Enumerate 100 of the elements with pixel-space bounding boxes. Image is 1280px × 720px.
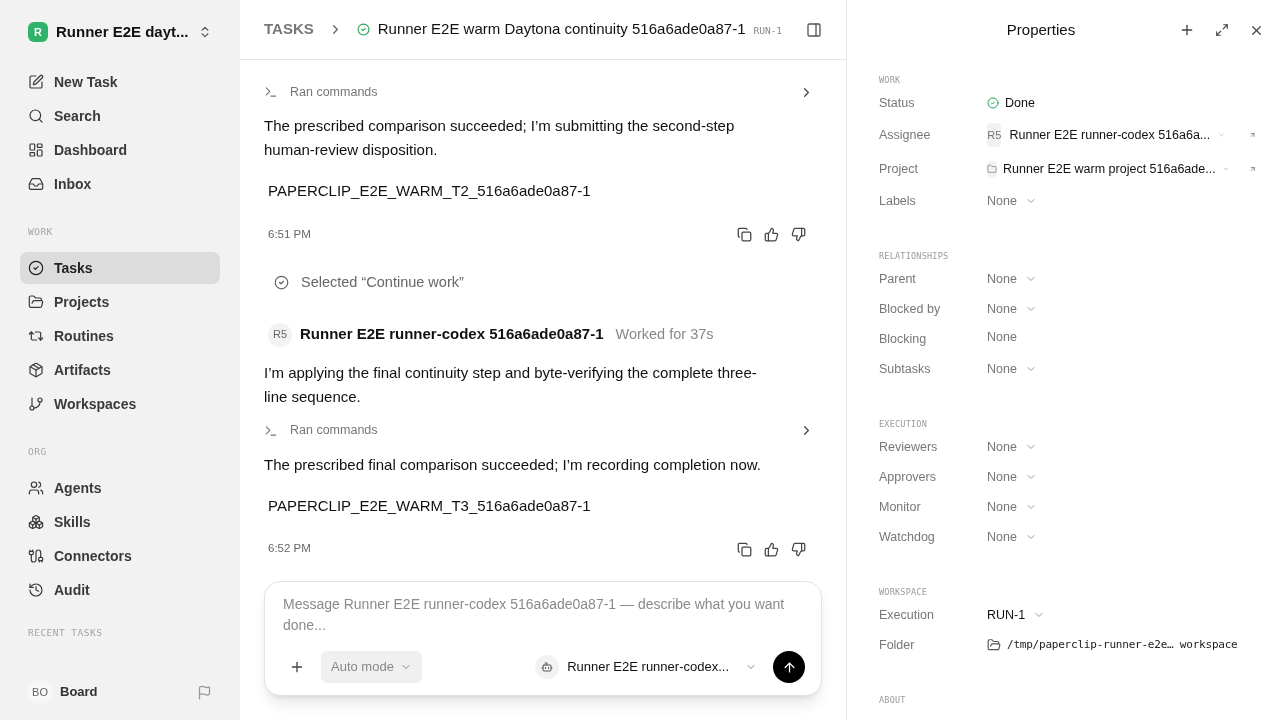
breadcrumb-link[interactable]: TASKS xyxy=(264,18,314,41)
timestamp: 6:52 PM xyxy=(268,541,312,557)
sidebar-item[interactable]: Skills xyxy=(20,506,220,538)
sidebar-item[interactable]: Inbox xyxy=(20,168,220,200)
agent-dropdown[interactable]: Runner E2E runner-codex... xyxy=(535,655,757,679)
sidebar-item[interactable]: Connectors xyxy=(20,540,220,572)
property-value[interactable]: None xyxy=(987,527,1017,547)
property-value[interactable]: None xyxy=(987,299,1017,319)
project-value[interactable]: Runner E2E warm project 516a6ade... xyxy=(1003,159,1216,179)
sidebar-item[interactable]: Dashboard xyxy=(20,134,220,166)
edit-icon xyxy=(28,74,44,90)
thumbs-down-icon[interactable] xyxy=(791,541,806,557)
property-value[interactable]: None xyxy=(987,359,1017,379)
property-label: Folder xyxy=(879,636,916,654)
sidebar-item[interactable]: Audit xyxy=(20,574,220,606)
execution-value[interactable]: RUN-1 xyxy=(987,605,1026,625)
thumbs-up-icon[interactable] xyxy=(764,227,779,242)
box-icon xyxy=(28,362,44,378)
check-circle-icon xyxy=(987,97,999,109)
sidebar-item[interactable]: Routines xyxy=(20,320,220,352)
message-input[interactable]: Message Runner E2E runner-codex 516a6ade0a87-1 — describe what you want done... xyxy=(281,594,805,636)
property-label: Reviewers xyxy=(879,438,939,456)
users-icon xyxy=(28,480,44,496)
check-circle-icon xyxy=(356,23,370,36)
selection-text: Selected “Continue work” xyxy=(301,272,464,292)
ran-commands-row[interactable]: Ran commands xyxy=(264,76,822,108)
property-label: Labels xyxy=(879,192,917,210)
section-title: ORG xyxy=(27,444,48,459)
inbox-icon xyxy=(28,176,44,192)
property-label: Blocked by xyxy=(879,300,942,318)
expand-icon[interactable] xyxy=(1215,23,1229,37)
property-value[interactable]: None xyxy=(987,467,1017,487)
agent-avatar: R5 xyxy=(268,322,292,347)
property-label: Status xyxy=(879,94,916,112)
send-button[interactable] xyxy=(773,651,805,683)
property-label: Approvers xyxy=(879,468,937,486)
folder-icon xyxy=(987,164,997,174)
plug-icon xyxy=(28,548,44,564)
folder-icon xyxy=(987,638,1001,652)
avatar: BO xyxy=(28,680,52,704)
section-title: RELATIONSHIPS xyxy=(879,249,950,263)
folder-path: /tmp/paperclip-runner-e2e… workspace xyxy=(1007,636,1238,653)
property-label: Assignee xyxy=(879,126,932,144)
flag-icon[interactable] xyxy=(197,684,212,700)
property-value[interactable]: None xyxy=(987,437,1017,457)
property-value[interactable]: None xyxy=(987,269,1017,289)
property-label: Blocking xyxy=(879,330,928,348)
sidebar-item[interactable]: Agents xyxy=(20,472,220,504)
section-title: RECENT TASKS xyxy=(27,626,104,640)
workspace-logo: R xyxy=(28,22,48,42)
bot-icon xyxy=(541,661,554,673)
property-label: Monitor xyxy=(879,498,922,516)
add-icon[interactable] xyxy=(289,659,305,675)
message-text: The prescribed comparison succeeded; I’m submitting the second-step human-review disposition. xyxy=(264,116,736,160)
sidebar-item[interactable]: Artifacts xyxy=(20,354,220,386)
agent-avatar: R5 xyxy=(987,123,1002,147)
copy-icon[interactable] xyxy=(737,541,752,557)
sidebar-item[interactable]: Projects xyxy=(20,286,220,318)
property-label: Execution xyxy=(879,606,935,624)
section-title: ABOUT xyxy=(879,693,907,707)
message-text: The prescribed final comparison succeeded; I’m recording completion now. xyxy=(264,454,762,475)
branch-icon xyxy=(28,396,44,412)
dashboard-icon xyxy=(28,142,44,158)
sidebar-item[interactable]: Search xyxy=(20,100,220,132)
status-value[interactable]: Done xyxy=(1005,93,1035,113)
board-link[interactable]: Board xyxy=(60,682,189,702)
property-label: Watchdog xyxy=(879,528,936,546)
sidebar-item[interactable]: Workspaces xyxy=(20,388,220,420)
folder-icon xyxy=(28,294,44,310)
property-value[interactable]: None xyxy=(987,497,1017,517)
thumbs-up-icon[interactable] xyxy=(764,541,779,557)
property-value: None xyxy=(987,328,1017,346)
property-label: Project xyxy=(879,160,919,178)
terminal-icon xyxy=(264,85,278,99)
panel-title: Properties xyxy=(1005,19,1077,40)
history-icon xyxy=(28,582,44,598)
boxes-icon xyxy=(28,514,44,530)
repeat-icon xyxy=(28,328,44,344)
message-composer[interactable]: Message Runner E2E runner-codex 516a6ade0a87-1 — describe what you want done... Auto mode Runner E2E runner-codex... xyxy=(264,581,822,696)
search-icon xyxy=(28,108,44,124)
thumbs-down-icon[interactable] xyxy=(791,227,806,242)
run-id: RUN-1 xyxy=(753,24,783,39)
work-duration: Worked for 37s xyxy=(615,324,714,344)
assignee-value[interactable]: Runner E2E runner-codex 516a6a... xyxy=(1009,125,1211,145)
ran-commands-row[interactable]: Ran commands xyxy=(264,414,822,447)
check-circle-icon xyxy=(274,275,289,290)
timestamp: 6:51 PM xyxy=(268,226,312,242)
sidebar-item[interactable]: Tasks xyxy=(20,252,220,284)
code-text: PAPERCLIP_E2E_WARM_T3_516a6ade0a87-1 xyxy=(267,495,592,516)
workspace-name[interactable]: Runner E2E dayt... xyxy=(56,20,190,44)
panel-toggle-icon[interactable] xyxy=(806,21,822,38)
sidebar-item[interactable]: New Task xyxy=(20,66,220,98)
copy-icon[interactable] xyxy=(737,227,752,242)
section-title: WORK xyxy=(27,224,54,239)
terminal-icon xyxy=(264,423,278,438)
author-name: Runner E2E runner-codex 516a6ade0a87-1 xyxy=(300,324,604,345)
add-icon[interactable] xyxy=(1179,22,1195,38)
task-title: Runner E2E warm Daytona continuity 516a6ade0a87-1 xyxy=(377,19,746,40)
message-text: I’m applying the final continuity step and byte-verifying the complete three-line sequence. xyxy=(264,362,758,407)
property-value[interactable]: None xyxy=(987,191,1017,211)
